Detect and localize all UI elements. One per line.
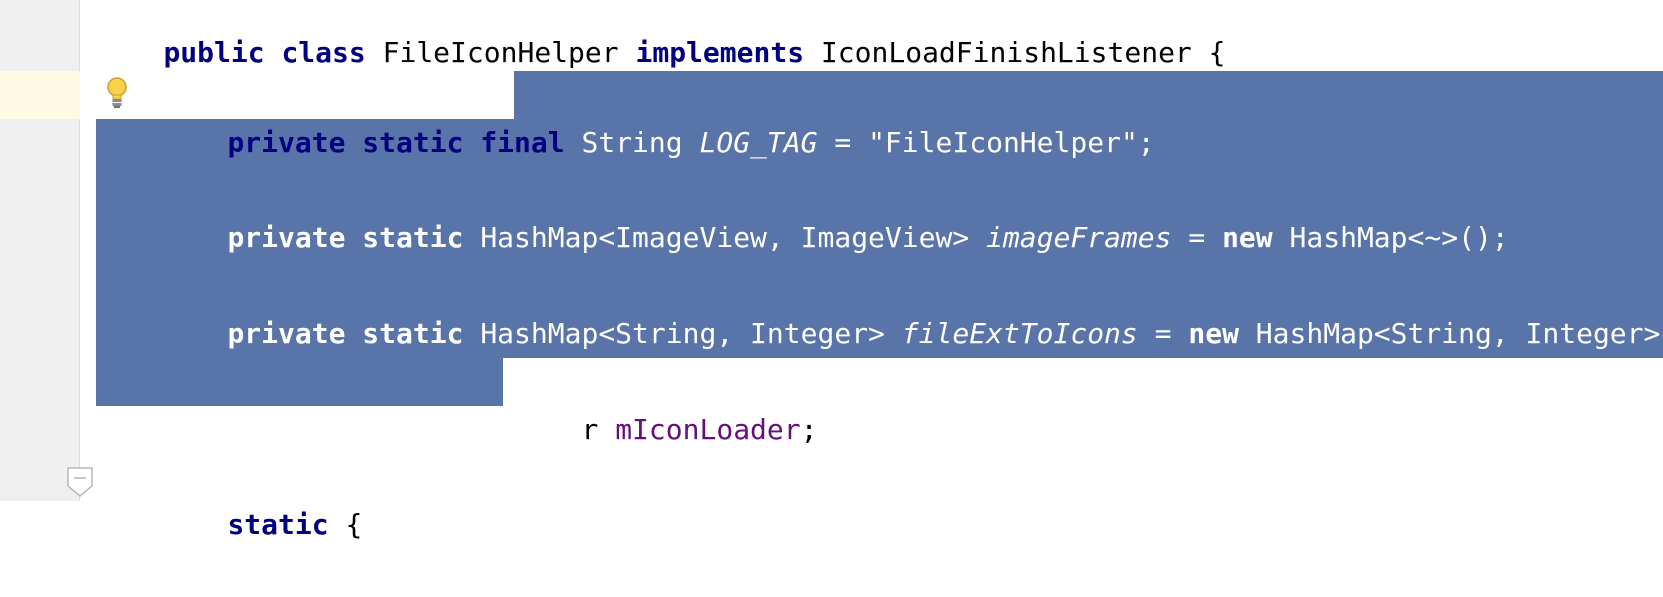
operator: = [817,126,869,159]
operator: = [1171,221,1223,254]
type-name: HashMap<ImageView, ImageView> [463,221,987,254]
brace: { [1191,36,1226,69]
keyword: new [1188,317,1239,350]
fold-marker-icon[interactable] [66,466,94,498]
keyword: implements [618,36,821,69]
code-line: private static final String LOG_TAG = "F… [160,71,1154,159]
string-literal: "FileIconHelper" [868,126,1138,159]
keyword: new [1222,221,1273,254]
keyword: public [163,36,265,69]
type-name: r [581,413,616,446]
keyword: private [227,413,346,446]
keyword: static [345,126,464,159]
keyword: final [463,126,565,159]
lightbulb-icon[interactable] [104,76,130,110]
type-name: HashMap<String, Integer> [463,317,902,350]
code-line: private static HashMap<ImageView, ImageV… [160,166,1508,254]
field-name: fileExtToIcons [901,317,1138,350]
keyword: static [345,221,464,254]
interface-name: IconLoadFinishListener [820,36,1192,69]
keyword: class [264,36,383,69]
field-name: imageFrames [986,221,1172,254]
brace: { [328,508,363,541]
code-line: private FileIconLoader mIconLoader; [160,358,817,446]
constant-name: LOG_TAG [699,126,818,159]
constructor-call: HashMap<~>(); [1272,221,1509,254]
code-line: public class FileIconHelper implements I… [96,0,1225,69]
operator: = [1137,317,1189,350]
code-line: private static HashMap<String, Integer> … [160,262,1663,350]
keyword: private [227,126,346,159]
keyword: static [345,317,464,350]
keyword: static [227,508,329,541]
keyword: private [227,317,346,350]
semicolon: ; [800,413,818,446]
type-name: String [564,126,700,159]
code-line: static { [160,453,362,541]
caret-line-highlight [0,71,80,119]
constructor-call: HashMap<String, Integer>(); [1255,317,1663,350]
semicolon: ; [1137,126,1155,159]
class-name: FileIconHelper [382,36,619,69]
type-name: FileIconLoade [345,413,582,446]
field-name: mIconLoader [615,413,801,446]
keyword: private [227,221,346,254]
